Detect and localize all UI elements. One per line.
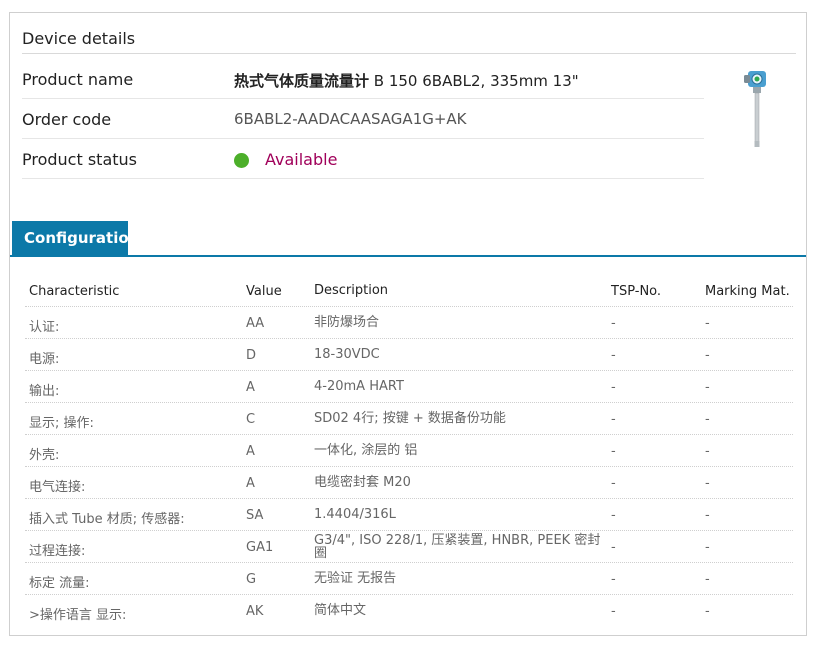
section-title: Device details (22, 29, 136, 48)
column-header-value: Value (246, 284, 282, 299)
order-code-label: Order code (22, 110, 112, 129)
order-code-row: Order code 6BABL2-AADACAASAGA1G+AK (22, 99, 704, 139)
value-cell: AA (246, 316, 265, 331)
tsp-cell: - (611, 604, 616, 619)
characteristic-cell: 插入式 Tube 材质; 传感器: (29, 512, 185, 527)
characteristic-cell: 标定 流量: (29, 576, 90, 591)
table-row: 电气连接: A 电缆密封套 M20 - - (25, 467, 793, 499)
table-row: 插入式 Tube 材质; 传感器: SA 1.4404/316L - - (25, 499, 793, 531)
value-cell: D (246, 348, 257, 363)
value-cell: G (246, 572, 257, 587)
table-row: 认证: AA 非防爆场合 - - (25, 307, 793, 339)
description-cell: 4-20mA HART (314, 379, 404, 394)
table-row: 输出: A 4-20mA HART - - (25, 371, 793, 403)
order-code-value: 6BABL2-AADACAASAGA1G+AK (234, 110, 467, 128)
column-header-characteristic: Characteristic (29, 284, 120, 299)
marking-cell: - (705, 444, 710, 459)
characteristic-cell: 显示; 操作: (29, 416, 94, 431)
product-status-label: Product status (22, 150, 137, 169)
marking-cell: - (705, 508, 710, 523)
table-header-row: Characteristic Value Description TSP-No.… (25, 275, 793, 307)
tsp-cell: - (611, 316, 616, 331)
marking-cell: - (705, 348, 710, 363)
product-status-value: Available (265, 150, 338, 169)
tsp-cell: - (611, 348, 616, 363)
description-cell: 18-30VDC (314, 347, 380, 362)
product-name-rest: B 150 6BABL2, 335mm 13" (369, 72, 579, 90)
description-cell: 1.4404/316L (314, 507, 396, 522)
value-cell: A (246, 444, 255, 459)
characteristic-cell: 输出: (29, 384, 60, 399)
tsp-cell: - (611, 412, 616, 427)
marking-cell: - (705, 412, 710, 427)
value-cell: GA1 (246, 540, 274, 555)
column-header-description: Description (314, 283, 389, 298)
tab-underline (10, 255, 806, 257)
value-cell: SA (246, 508, 264, 523)
product-name-label: Product name (22, 70, 134, 89)
tsp-cell: - (611, 476, 616, 491)
tsp-cell: - (611, 508, 616, 523)
status-indicator-icon (234, 153, 249, 168)
product-name-row: Product name 热式气体质量流量计 B 150 6BABL2, 335… (22, 59, 704, 99)
characteristic-cell: 认证: (29, 320, 60, 335)
marking-cell: - (705, 572, 710, 587)
marking-cell: - (705, 380, 710, 395)
value-cell: C (246, 412, 256, 427)
characteristic-cell: 外壳: (29, 448, 60, 463)
column-header-tsp-no: TSP-No. (611, 284, 662, 299)
tsp-cell: - (611, 540, 616, 555)
table-row: 电源: D 18-30VDC - - (25, 339, 793, 371)
tab-configuration[interactable]: Configuration (12, 221, 139, 256)
marking-cell: - (705, 476, 710, 491)
description-cell: 无验证 无报告 (314, 571, 397, 586)
table-row: 显示; 操作: C SD02 4行; 按键 + 数据备份功能 - - (25, 403, 793, 435)
characteristic-cell: 电源: (29, 352, 60, 367)
tsp-cell: - (611, 380, 616, 395)
table-row: 标定 流量: G 无验证 无报告 - - (25, 563, 793, 595)
tsp-cell: - (611, 444, 616, 459)
flowmeter-device-image (744, 71, 766, 147)
characteristic-cell: 电气连接: (29, 480, 86, 495)
value-cell: A (246, 380, 255, 395)
description-cell: 简体中文 (314, 603, 367, 618)
tsp-cell: - (611, 572, 616, 587)
characteristic-cell: 过程连接: (29, 544, 86, 559)
value-cell: A (246, 476, 255, 491)
marking-cell: - (705, 604, 710, 619)
description-cell: 电缆密封套 M20 (314, 475, 411, 490)
configuration-table: Characteristic Value Description TSP-No.… (25, 275, 793, 627)
description-cell: 非防爆场合 (314, 315, 380, 330)
product-name-bold: 热式气体质量流量计 (234, 72, 370, 90)
description-cell: SD02 4行; 按键 + 数据备份功能 (314, 411, 506, 426)
product-name-value: 热式气体质量流量计 B 150 6BABL2, 335mm 13" (234, 70, 579, 91)
product-status-row: Product status Available (22, 139, 704, 179)
description-cell: G3/4", ISO 228/1, 压紧装置, HNBR, PEEK 密封圈 (314, 533, 601, 561)
characteristic-cell: >操作语言 显示: (29, 608, 127, 623)
table-row: 外壳: A 一体化, 涂层的 铝 - - (25, 435, 793, 467)
section-divider (22, 53, 796, 54)
marking-cell: - (705, 540, 710, 555)
table-row: 过程连接: GA1 G3/4", ISO 228/1, 压紧装置, HNBR, … (25, 531, 793, 563)
table-row: >操作语言 显示: AK 简体中文 - - (25, 595, 793, 627)
device-details-panel: Device details Product name 热式气体质量流量计 B … (9, 12, 807, 636)
value-cell: AK (246, 604, 264, 619)
marking-cell: - (705, 316, 710, 331)
description-cell: 一体化, 涂层的 铝 (314, 443, 418, 458)
column-header-marking-mat: Marking Mat. (705, 284, 790, 299)
